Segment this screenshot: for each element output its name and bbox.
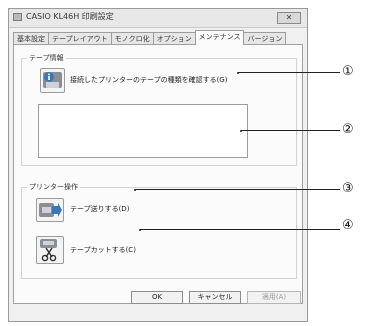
tape-cut-button[interactable] — [36, 236, 64, 264]
callout-2: ② — [342, 122, 354, 137]
tape-info-group: テープ情報 接続したプリンターのテープの種類を確認する(G) — [21, 53, 297, 166]
callout-1-leader — [238, 72, 340, 73]
check-tape-type-button[interactable] — [40, 68, 65, 93]
tab-strip: 基本設定 テープレイアウト モノクロ化 オプション メンテナンス バージョン — [13, 30, 287, 45]
callout-3-leader — [135, 189, 340, 190]
tape-feed-button[interactable] — [36, 198, 64, 222]
title-bar: CASIO KL46H 印刷設定 ✕ — [9, 9, 307, 28]
tape-feed-icon — [39, 203, 62, 217]
apply-button[interactable]: 適用(A) — [247, 291, 301, 304]
printer-operations-group: プリンター操作 テープ送りする(D) テープカットする(C) — [21, 182, 297, 279]
printer-settings-window: CASIO KL46H 印刷設定 ✕ 基本設定 テープレイアウト モノクロ化 オ… — [8, 8, 308, 322]
printer-app-icon — [13, 13, 22, 21]
callout-4: ④ — [342, 218, 354, 233]
callout-2-leader — [241, 130, 340, 131]
close-button[interactable]: ✕ — [277, 12, 301, 24]
info-printer-icon — [43, 72, 62, 88]
callout-4-leader — [140, 229, 340, 230]
tape-feed-label: テープ送りする(D) — [70, 205, 130, 213]
tape-info-display — [38, 104, 248, 158]
window-title: CASIO KL46H 印刷設定 — [26, 12, 114, 21]
ok-button[interactable]: OK — [131, 291, 183, 304]
check-tape-type-label: 接続したプリンターのテープの種類を確認する(G) — [70, 76, 228, 84]
scissors-icon — [40, 239, 57, 262]
callout-3: ③ — [342, 181, 354, 196]
cancel-button[interactable]: キャンセル — [189, 291, 241, 304]
tab-maintenance[interactable]: メンテナンス — [194, 30, 245, 45]
callout-1: ① — [342, 64, 354, 79]
tape-cut-label: テープカットする(C) — [70, 246, 136, 254]
printer-operations-group-label: プリンター操作 — [27, 182, 80, 192]
tape-info-group-label: テープ情報 — [27, 53, 66, 63]
maintenance-panel: テープ情報 接続したプリンターのテープの種類を確認する(G) プリンター操作 テ… — [13, 44, 303, 304]
